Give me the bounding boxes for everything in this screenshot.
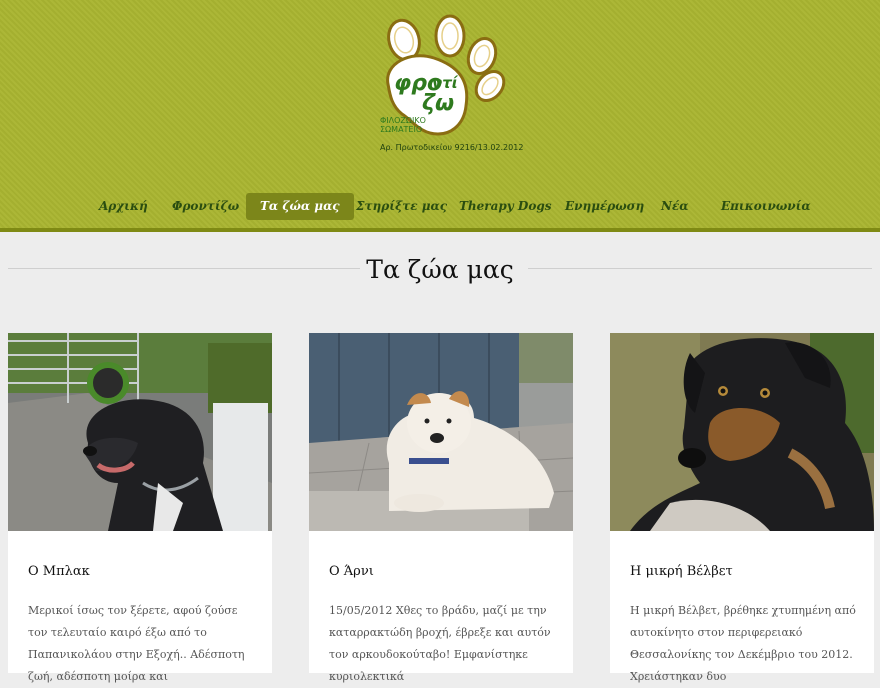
nav-item-updates[interactable]: Ενημέρωση <box>565 193 644 220</box>
nav-item-contact[interactable]: Επικοινωνία <box>721 193 811 220</box>
animal-excerpt: Μερικοί ίσως τον ξέρετε, αφού ζούσε τον … <box>28 604 245 683</box>
nav-item-news[interactable]: Νέα <box>661 193 689 220</box>
logo-word-mid: ντί <box>432 74 459 92</box>
registration-number: Αρ. Πρωτοδικείου 9216/13.02.2012 <box>380 143 524 152</box>
nav-item-our-animals[interactable]: Τα ζώα μας <box>246 193 354 220</box>
animal-photo-black[interactable] <box>8 333 272 531</box>
animal-excerpt: Η μικρή Βέλβετ, βρέθηκε χτυπημένη από αυ… <box>630 604 856 683</box>
page-title: Τα ζώα μας <box>366 255 514 284</box>
nav-item-support-us[interactable]: Στηρίξτε μας <box>356 193 447 220</box>
animal-name[interactable]: Η μικρή Βέλβετ <box>630 564 733 579</box>
animal-name[interactable]: Ο Άρνι <box>329 564 374 579</box>
logo-subtitle-2: ΣΩΜΑΤΕΙΟ <box>380 125 422 134</box>
site-logo[interactable]: φρο ντί ζω ΦΙΛΟΖΩΙΚΟ ΣΩΜΑΤΕΙΟ <box>374 6 510 156</box>
main-nav: Αρχική Φροντίζω Τα ζώα μας Στηρίξτε μας … <box>0 193 880 220</box>
logo-word-bottom: ζω <box>422 91 454 116</box>
title-rule-right <box>528 268 872 269</box>
animal-card-velvet[interactable]: Η μικρή Βέλβετ Η μικρή Βέλβετ, βρέθηκε χ… <box>610 333 874 683</box>
animal-card-black[interactable]: Ο Μπλακ Μερικοί ίσως τον ξέρετε, αφού ζο… <box>8 333 272 683</box>
animal-excerpt: 15/05/2012 Χθες το βράδυ, μαζί με την κα… <box>329 604 551 683</box>
nav-item-care[interactable]: Φροντίζω <box>172 193 239 220</box>
header-border <box>0 228 880 232</box>
animal-name[interactable]: Ο Μπλακ <box>28 564 90 579</box>
logo-subtitle-1: ΦΙΛΟΖΩΙΚΟ <box>380 116 426 125</box>
animal-photo-velvet[interactable] <box>610 333 874 531</box>
nav-item-therapy-dogs[interactable]: Therapy Dogs <box>459 193 551 220</box>
animal-card-arni[interactable]: Ο Άρνι 15/05/2012 Χθες το βράδυ, μαζί με… <box>309 333 573 683</box>
nav-item-home[interactable]: Αρχική <box>99 193 148 220</box>
animal-photo-arni[interactable] <box>309 333 573 531</box>
